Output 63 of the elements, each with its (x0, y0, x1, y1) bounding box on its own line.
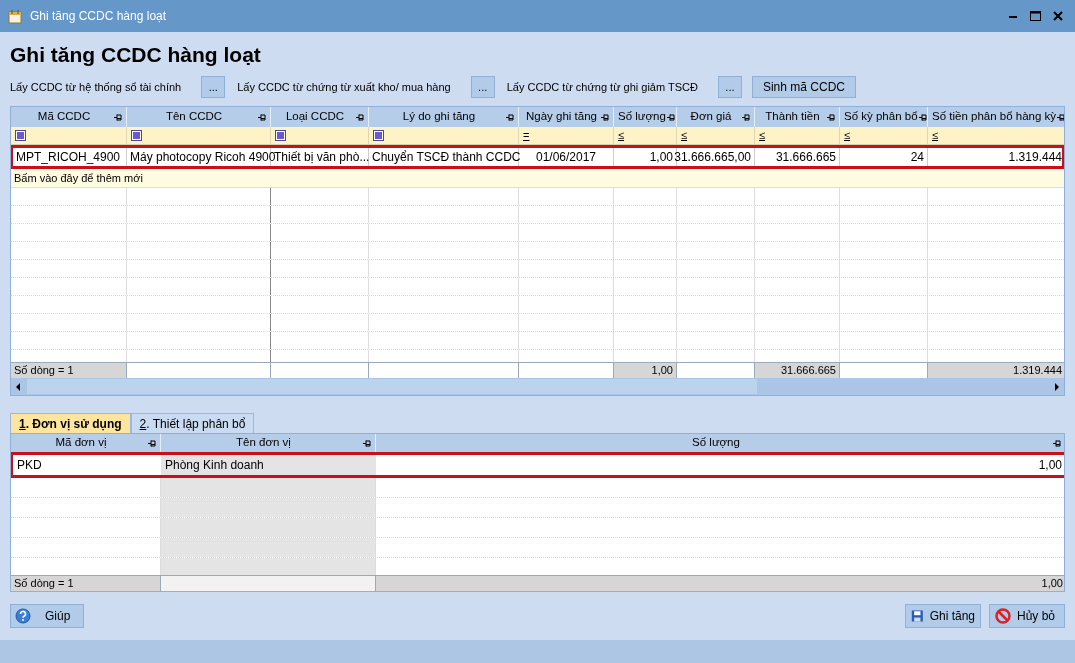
tab[interactable]: 2. Thiết lập phân bổ (130, 413, 255, 433)
pin-icon[interactable] (1052, 438, 1061, 448)
summary-cell: 1,00 (614, 363, 677, 378)
pin-icon[interactable] (600, 112, 609, 122)
window-title: Ghi tăng CCDC hàng loạt (30, 8, 167, 25)
close-icon[interactable] (1053, 11, 1063, 21)
filter-checkbox[interactable] (131, 130, 142, 141)
table-cell: MPT_RICOH_4900 (13, 148, 127, 166)
source-label: Lấy CCDC từ chứng từ ghi giảm TSCĐ (506, 79, 698, 95)
pin-icon[interactable] (917, 112, 927, 122)
browse-button[interactable]: ... (201, 76, 226, 98)
help-icon (15, 608, 31, 624)
table-cell: 24 (840, 148, 928, 166)
filter-checkbox[interactable] (275, 130, 286, 141)
summary-cell: 31.666.665 (755, 363, 840, 378)
tab[interactable]: 1. Đơn vị sử dụng (10, 413, 131, 433)
cancel-button[interactable]: Hủy bỏ (989, 604, 1065, 628)
table-cell: Chuyển TSCĐ thành CCDC (369, 148, 519, 166)
filter-operator[interactable]: ≤ (681, 130, 688, 141)
pin-icon[interactable] (355, 112, 364, 122)
filter-checkbox[interactable] (15, 130, 26, 141)
summary-cell: Số dòng = 1 (11, 576, 161, 591)
column-header[interactable]: Mã đơn vị (11, 434, 161, 452)
filter-operator[interactable]: ≤ (844, 130, 851, 141)
save-button[interactable]: Ghi tăng (905, 604, 981, 628)
pin-icon[interactable] (826, 112, 835, 122)
filter-operator[interactable]: ≤ (618, 130, 625, 141)
filter-checkbox[interactable] (373, 130, 384, 141)
scrollbar-thumb[interactable] (27, 379, 757, 394)
pin-icon[interactable] (505, 112, 514, 122)
pin-icon[interactable] (362, 438, 371, 448)
help-button[interactable]: Giúp (10, 604, 84, 628)
source-label: Lấy CCDC từ hệ thống sổ tài chính (10, 79, 182, 95)
filter-operator[interactable]: ≤ (759, 130, 766, 141)
summary-cell: 1,00 (376, 576, 1064, 591)
pin-icon[interactable] (665, 112, 675, 122)
table-cell: 1.319.444 (928, 148, 1064, 166)
column-header[interactable]: Tên đơn vị (161, 434, 376, 452)
table-cell: 31.666.665,00 (677, 148, 755, 166)
unit-row[interactable]: PKD Phòng Kinh doanh 1,00 (11, 452, 1064, 478)
pin-icon[interactable] (741, 112, 750, 122)
column-header[interactable]: Số lượng (376, 434, 1064, 452)
browse-button[interactable]: ... (470, 76, 495, 98)
table-cell: Phòng Kinh doanh (161, 455, 376, 475)
browse-button[interactable]: ... (717, 76, 742, 98)
page-heading: Ghi tăng CCDC hàng loạt (10, 42, 262, 68)
table-cell: 31.666.665 (755, 148, 840, 166)
source-label: Lấy CCDC từ chứng từ xuất kho/ mua hàng (237, 79, 451, 95)
summary-cell: 1.319.444 (928, 363, 1064, 378)
calendar-icon (8, 8, 22, 24)
horizontal-scrollbar[interactable] (11, 378, 1064, 395)
prohibited-icon (995, 608, 1011, 624)
pin-icon[interactable] (257, 112, 266, 122)
summary-cell: Số dòng = 1 (11, 363, 127, 378)
add-new-row-hint[interactable]: Bấm vào đây để thêm mới (14, 169, 143, 187)
maximize-icon[interactable] (1030, 11, 1041, 21)
filter-operator[interactable]: = (523, 130, 530, 141)
pin-icon[interactable] (1056, 112, 1064, 122)
table-cell: 01/06/2017 (519, 148, 614, 166)
filter-operator[interactable]: ≤ (932, 130, 939, 141)
pin-icon[interactable] (147, 438, 156, 448)
pin-icon[interactable] (113, 112, 122, 122)
generate-code-button[interactable]: Sinh mã CCDC (751, 76, 856, 98)
